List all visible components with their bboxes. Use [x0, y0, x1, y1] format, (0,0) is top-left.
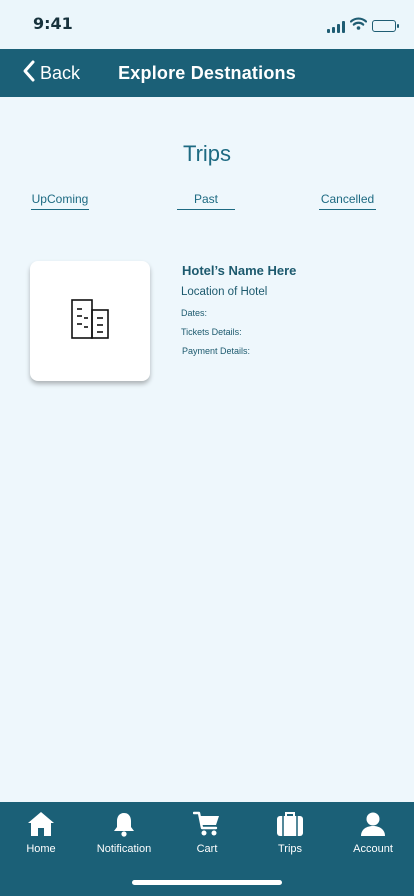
tab-bar-account-label: Account: [353, 843, 393, 855]
trip-tabs: UpComing Past Cancelled: [0, 190, 414, 214]
status-bar: 9:41: [0, 0, 414, 49]
trip-payment: Payment Details:: [182, 346, 251, 356]
trip-dates: Dates:: [181, 308, 208, 318]
page-title: Trips: [182, 141, 232, 166]
status-time: 9:41: [33, 14, 73, 33]
trips-screen: 9:41 Back Explore Destnations Trips UpCo…: [0, 0, 414, 896]
cart-icon: [193, 810, 221, 838]
home-icon: [27, 810, 55, 838]
building-icon: [68, 297, 112, 346]
tab-bar-notification-label: Notification: [96, 843, 152, 855]
suitcase-icon: [276, 810, 304, 838]
hotel-image[interactable]: [30, 261, 150, 381]
tab-bar-account[interactable]: Account: [333, 810, 413, 860]
bell-icon: [112, 810, 136, 838]
tab-bar-home-label: Home: [26, 843, 56, 855]
tab-bar-home[interactable]: Home: [1, 810, 81, 860]
battery-icon: [372, 20, 399, 32]
tab-bar-trips[interactable]: Trips: [250, 810, 330, 860]
wifi-icon: [349, 17, 368, 35]
hotel-name[interactable]: Hotel’s Name Here: [182, 263, 296, 278]
hotel-location: Location of Hotel: [181, 286, 268, 298]
bottom-tab-bar: Home Notification Cart Trips Account: [0, 802, 414, 896]
nav-title: Explore Destnations: [118, 63, 296, 83]
home-indicator[interactable]: [132, 880, 282, 885]
tab-bar-trips-label: Trips: [277, 843, 303, 855]
trip-tickets: Tickets Details:: [181, 327, 242, 337]
nav-bar: Back Explore Destnations: [0, 49, 414, 97]
status-icons: [327, 17, 399, 35]
tab-past[interactable]: Past: [177, 190, 235, 210]
signal-icon: [327, 20, 345, 33]
tab-cancelled[interactable]: Cancelled: [319, 190, 376, 210]
tab-bar-cart[interactable]: Cart: [167, 810, 247, 860]
tab-bar-notification[interactable]: Notification: [84, 810, 164, 860]
tab-bar-cart-label: Cart: [196, 843, 218, 855]
user-icon: [360, 810, 386, 838]
tab-upcoming[interactable]: UpComing: [31, 190, 89, 210]
